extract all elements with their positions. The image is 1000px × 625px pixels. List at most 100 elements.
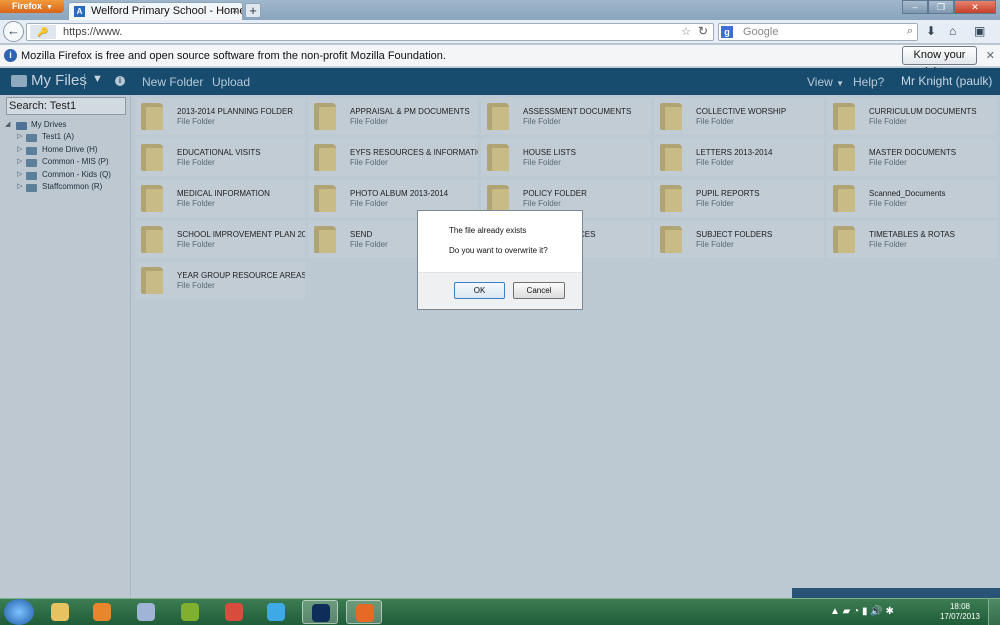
folder-tile[interactable]: SUBJECT FOLDERS File Folder — [654, 221, 824, 258]
folder-tile[interactable]: Scanned_Documents File Folder — [827, 180, 997, 217]
tool-icon — [137, 603, 155, 621]
taskbar-app-button[interactable] — [128, 600, 164, 624]
folder-tile[interactable]: MASTER DOCUMENTS File Folder — [827, 139, 997, 176]
taskbar-app-button[interactable] — [84, 600, 120, 624]
show-desktop-button[interactable] — [988, 599, 1000, 625]
back-button[interactable]: ← — [3, 21, 24, 42]
folder-type: File Folder — [177, 158, 215, 167]
user-name[interactable]: Mr Knight (paulk) — [901, 74, 992, 88]
toolbar-menu-icon[interactable]: ▣ — [974, 24, 985, 38]
folder-icon — [833, 103, 855, 130]
maximize-icon[interactable]: ❐ — [928, 0, 954, 14]
taskbar-app-button[interactable] — [172, 600, 208, 624]
clock-date: 17/07/2013 — [939, 612, 981, 621]
url-bar[interactable]: 🔑 https://www. ☆ ↻ — [26, 23, 714, 41]
folder-name: LETTERS 2013-2014 — [696, 148, 773, 157]
folder-tile[interactable]: EYFS RESOURCES & INFORMATION File Folder — [308, 139, 478, 176]
know-your-rights-button[interactable]: Know your rights... — [902, 46, 977, 78]
folder-tile[interactable]: MEDICAL INFORMATION File Folder — [135, 180, 305, 217]
folder-tile[interactable]: PUPIL REPORTS File Folder — [654, 180, 824, 217]
folder-name: SUBJECT FOLDERS — [696, 230, 773, 239]
home-icon[interactable]: ⌂ — [949, 24, 956, 38]
dialog-message: The file already exists — [449, 226, 527, 235]
folder-name: Scanned_Documents — [869, 189, 946, 198]
folder-icon — [314, 185, 336, 212]
upload-panel-strip[interactable] — [792, 588, 1000, 598]
folder-tile[interactable]: CURRICULUM DOCUMENTS File Folder — [827, 98, 997, 135]
system-tray[interactable]: ▲ ▰ ◔ ▮ 🔊 ✱ — [830, 606, 894, 617]
folder-tile[interactable]: HOUSE LISTS File Folder — [481, 139, 651, 176]
search-input[interactable]: Search: Test1 — [6, 97, 126, 115]
reload-icon[interactable]: ↻ — [698, 24, 708, 38]
collapse-arrow-icon[interactable]: ▷ — [17, 182, 22, 190]
folder-tile[interactable]: TIMETABLES & ROTAS File Folder — [827, 221, 997, 258]
files-logo-icon — [11, 75, 27, 87]
folder-tile[interactable]: LETTERS 2013-2014 File Folder — [654, 139, 824, 176]
new-folder-button[interactable]: New Folder — [142, 75, 203, 89]
notification-close-icon[interactable]: ✕ — [986, 49, 995, 62]
collapse-arrow-icon[interactable]: ▷ — [17, 170, 22, 178]
folder-icon — [141, 185, 163, 212]
start-button[interactable] — [4, 599, 34, 625]
expand-arrow-icon[interactable]: ◢ — [5, 120, 10, 128]
site-favicon-icon: A — [74, 6, 85, 17]
folder-tile[interactable]: SCHOOL IMPROVEMENT PLAN 2013 File Folder — [135, 221, 305, 258]
folder-name: PUPIL REPORTS — [696, 189, 760, 198]
folder-tile[interactable]: APPRAISAL & PM DOCUMENTS File Folder — [308, 98, 478, 135]
app-header: My Files ▼ i New Folder Upload View ▼ He… — [0, 68, 1000, 95]
folder-type: File Folder — [696, 199, 734, 208]
folder-icon — [487, 144, 509, 171]
folder-tile[interactable]: 2013-2014 PLANNING FOLDER File Folder — [135, 98, 305, 135]
minimize-icon[interactable]: – — [902, 0, 928, 14]
taskbar-app-button[interactable] — [216, 600, 252, 624]
downloads-icon[interactable]: ⬇ — [926, 24, 936, 38]
taskbar-app-button[interactable] — [346, 600, 382, 624]
dropdown-caret-icon[interactable]: ▼ — [92, 73, 103, 85]
close-icon[interactable]: ✕ — [954, 0, 996, 14]
upload-button[interactable]: Upload — [212, 75, 250, 89]
folder-tile[interactable]: EDUCATIONAL VISITS File Folder — [135, 139, 305, 176]
ok-button[interactable]: OK — [454, 282, 505, 299]
folder-icon — [833, 226, 855, 253]
browser-tab-bar: Firefox ▼ A Welford Primary School - Home… — [0, 0, 1000, 20]
collapse-arrow-icon[interactable]: ▷ — [17, 145, 22, 153]
folder-name: EDUCATIONAL VISITS — [177, 148, 261, 157]
media-player-icon — [93, 603, 111, 621]
collapse-arrow-icon[interactable]: ▷ — [17, 157, 22, 165]
folder-tile[interactable]: COLLECTIVE WORSHIP File Folder — [654, 98, 824, 135]
folder-tile[interactable]: ASSESSMENT DOCUMENTS File Folder — [481, 98, 651, 135]
folder-name: CURRICULUM DOCUMENTS — [869, 107, 977, 116]
collapse-arrow-icon[interactable]: ▷ — [17, 132, 22, 140]
view-menu[interactable]: View ▼ — [807, 75, 844, 89]
firefox-menu-button[interactable]: Firefox ▼ — [0, 0, 64, 13]
navigation-bar: ← 🔑 https://www. ☆ ↻ g Google ⌕ ⬇ ⌂ ▣ — [0, 20, 1000, 44]
notification-bar: i Mozilla Firefox is free and open sourc… — [0, 45, 1000, 78]
taskbar-app-button[interactable] — [258, 600, 294, 624]
clock[interactable]: 18:08 17/07/2013 — [938, 602, 982, 622]
folder-icon — [51, 603, 69, 621]
new-tab-button[interactable]: + — [245, 3, 261, 18]
cancel-button[interactable]: Cancel — [513, 282, 565, 299]
search-placeholder: Google — [743, 26, 779, 38]
drive-icon — [26, 172, 37, 180]
tab-close-icon[interactable]: × — [232, 3, 238, 20]
search-bar[interactable]: g Google ⌕ — [718, 23, 918, 41]
notification-text: Mozilla Firefox is free and open source … — [21, 50, 446, 62]
browser-tab[interactable]: A Welford Primary School - Home Access .… — [68, 2, 243, 20]
folder-type: File Folder — [696, 158, 734, 167]
folder-icon — [141, 144, 163, 171]
drive-icon — [26, 159, 37, 167]
taskbar-app-button[interactable] — [302, 600, 338, 624]
taskbar-app-button[interactable] — [42, 600, 78, 624]
info-circle-icon[interactable]: i — [115, 76, 125, 86]
site-identity-icon[interactable]: 🔑 — [30, 25, 56, 39]
help-link[interactable]: Help? — [853, 75, 884, 89]
search-icon[interactable]: ⌕ — [907, 25, 913, 38]
folder-name: COLLECTIVE WORSHIP — [696, 107, 787, 116]
google-icon[interactable]: g — [721, 26, 733, 38]
bookmark-star-icon[interactable]: ☆ — [681, 25, 691, 38]
folder-tile[interactable]: YEAR GROUP RESOURCE AREAS File Folder — [135, 262, 305, 299]
folder-type: File Folder — [869, 240, 907, 249]
firefox-menu-label: Firefox — [12, 1, 43, 11]
folder-icon — [833, 185, 855, 212]
